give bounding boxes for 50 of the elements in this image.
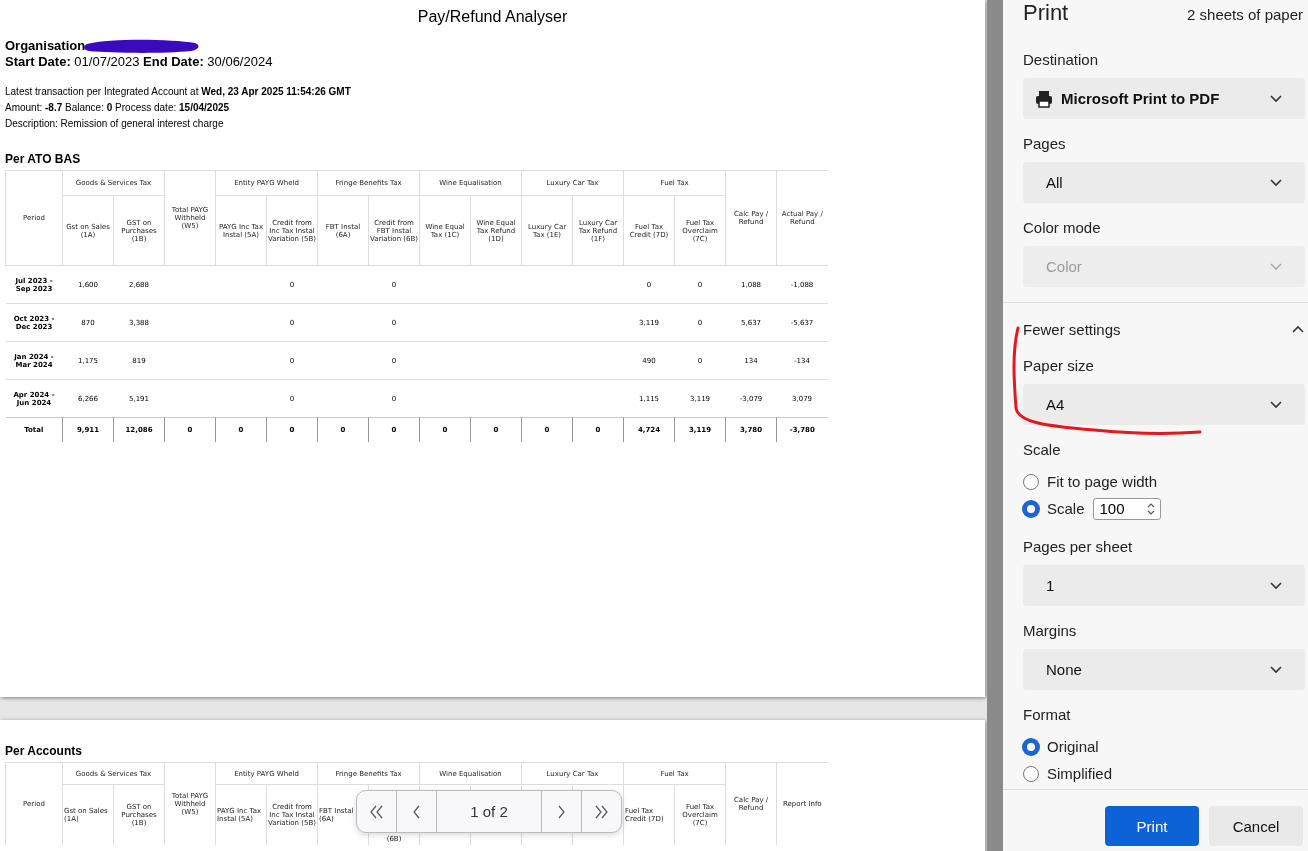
radio-label: Original (1047, 738, 1099, 755)
setting-label: Pages (1023, 134, 1067, 154)
setting-label: Paper size (1023, 356, 1095, 376)
print-button[interactable]: Print (1105, 806, 1199, 846)
transaction-info: Amount: -8.7 Balance: 0 Process date: 15/04/2025 (5, 101, 231, 115)
setting-label: Scale (1023, 440, 1062, 460)
chevron-right-icon (558, 804, 565, 819)
page-counter: 1 of 2 (469, 802, 509, 822)
double-chevron-right-icon (595, 804, 608, 819)
settings-toggle[interactable]: Fewer settings (1023, 319, 1305, 339)
dropdown: Color (1023, 246, 1305, 287)
radio-button[interactable] (1023, 738, 1039, 755)
chevron-down-icon (1269, 580, 1283, 591)
radio-button[interactable] (1023, 473, 1039, 490)
cancel-button[interactable]: Cancel (1209, 806, 1303, 846)
dropdown[interactable]: A4 (1023, 384, 1305, 425)
radio-label: Scale (1047, 500, 1085, 517)
chevron-down-icon (1269, 93, 1283, 104)
scale-field[interactable]: 100 (1092, 497, 1161, 520)
chevron-down-icon (1269, 261, 1283, 272)
setting-label: Format (1023, 705, 1072, 725)
chevron-down-icon (1269, 177, 1283, 188)
scrollbar[interactable] (987, 0, 1003, 851)
double-chevron-left-icon (370, 804, 383, 819)
dropdown[interactable]: All (1023, 162, 1305, 203)
radio-button[interactable] (1023, 765, 1039, 782)
transaction-info: Description: Remission of general interest charge (5, 117, 225, 131)
chevron-down-icon (1269, 399, 1283, 410)
section-title: Per Accounts (5, 744, 83, 758)
transaction-info: Latest transaction per Integrated Account at Wed, 23 Apr 2025 11:54:26 GMT (5, 85, 352, 99)
printer-icon (1035, 89, 1053, 108)
radio-button[interactable] (1023, 500, 1039, 517)
dropdown[interactable]: Microsoft Print to PDF (1023, 78, 1305, 119)
dialog-title: Print (1023, 0, 1069, 26)
dropdown[interactable]: None (1023, 649, 1305, 690)
setting-label: Margins (1023, 621, 1078, 641)
dropdown[interactable]: 1 (1023, 565, 1305, 606)
report-title: Pay/Refund Analyser (416, 8, 569, 27)
organisation-label: Organisation (5, 37, 86, 53)
sheet-count: 2 sheets of paper (1187, 6, 1303, 23)
radio-label: Simplified (1047, 765, 1113, 782)
chevron-down-icon (1269, 664, 1283, 675)
section-title: Per ATO BAS (5, 152, 82, 166)
date-range: Start Date: 01/07/2023 End Date: 30/06/2024 (5, 54, 274, 71)
setting-label: Color mode (1023, 218, 1102, 238)
radio-label: Fit to page width (1047, 473, 1158, 490)
setting-label: Destination (1023, 50, 1100, 70)
chevron-up-icon (1291, 323, 1305, 335)
setting-label: Pages per sheet (1023, 537, 1134, 557)
chevron-left-icon (413, 804, 420, 819)
